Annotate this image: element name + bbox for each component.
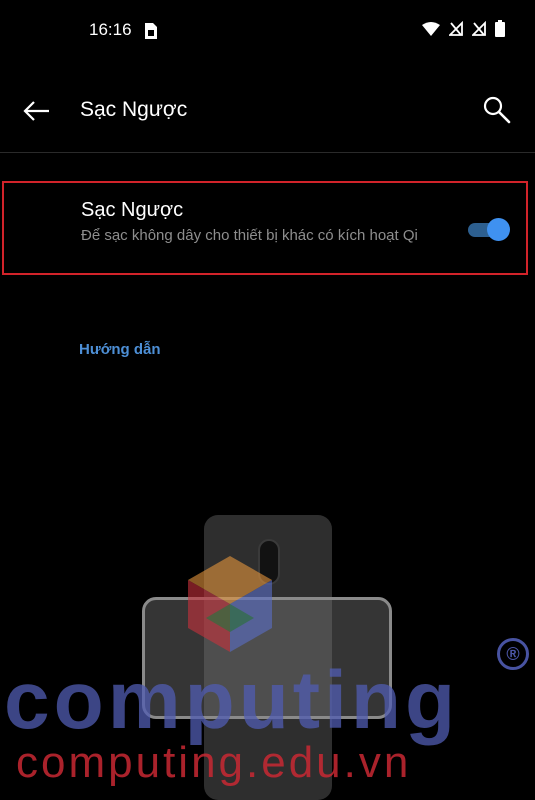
arrow-left-icon[interactable] (22, 96, 52, 126)
wifi-icon (422, 21, 440, 36)
no-signal-icon (472, 21, 486, 36)
app-bar: Sạc Ngược (0, 70, 535, 153)
reverse-charging-toggle[interactable] (468, 217, 512, 241)
toggle-thumb (487, 218, 510, 241)
sim-card-icon (145, 23, 157, 39)
watermark-url: computing.edu.vn (16, 738, 412, 787)
no-signal-icon (449, 21, 463, 36)
battery-icon (495, 20, 505, 37)
status-time: 16:16 (89, 20, 132, 39)
watermark-logo-icon (188, 556, 272, 652)
status-icons (422, 20, 505, 37)
reverse-charging-setting[interactable]: Sạc Ngược Để sạc không dây cho thiết bị … (2, 181, 528, 275)
setting-description: Để sạc không dây cho thiết bị khác có kí… (81, 227, 418, 244)
status-bar: 16:16 (0, 0, 535, 60)
search-icon[interactable] (481, 94, 513, 126)
guide-link[interactable]: Hướng dẫn (79, 341, 161, 358)
registered-mark: ® (497, 638, 529, 670)
page-title: Sạc Ngược (80, 98, 188, 121)
setting-title: Sạc Ngược (81, 199, 184, 221)
watermark-brand: computing (4, 655, 460, 746)
